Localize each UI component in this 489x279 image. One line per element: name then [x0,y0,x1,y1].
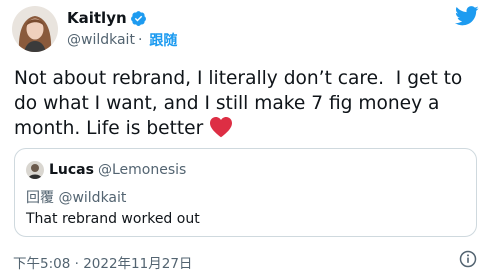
quoted-tweet[interactable]: Lucas @Lemonesis 回覆 @wildkait That rebra… [14,148,477,237]
quoted-author-avatar [26,161,44,179]
follow-button[interactable]: 跟随 [149,30,177,50]
author-avatar[interactable] [12,6,58,52]
author-name[interactable]: Kaitlyn [67,9,127,27]
tweet-timestamp[interactable]: 下午5:08 · 2022年11月27日 [13,252,192,272]
red-heart-emoji-icon [209,116,233,138]
quoted-tweet-header: Lucas @Lemonesis [26,161,186,179]
reply-mention: @wildkait [58,190,127,206]
quoted-author-name: Lucas [49,162,94,178]
author-handle-row: @wildkait · 跟随 [67,30,177,50]
quoted-author-handle: @Lemonesis [97,162,187,178]
twitter-bird-icon[interactable] [454,6,479,26]
tweet-body: Not about rebrand, I literally don’t car… [14,68,469,139]
quoted-tweet-text: That rebrand worked out [26,211,200,227]
quoted-reply-context: 回覆 @wildkait [26,187,126,207]
author-name-row: Kaitlyn [67,8,177,28]
embedded-tweet-card: Kaitlyn @wildkait · 跟随 Not about rebrand… [0,0,489,279]
handle-separator: · [137,32,143,48]
author-block: Kaitlyn @wildkait · 跟随 [67,8,177,50]
tweet-text: Not about rebrand, I literally don’t car… [14,66,484,141]
reply-label: 回覆 [26,190,54,206]
verified-badge-icon [130,10,147,27]
info-icon[interactable] [459,250,477,268]
author-handle[interactable]: @wildkait [67,32,135,48]
